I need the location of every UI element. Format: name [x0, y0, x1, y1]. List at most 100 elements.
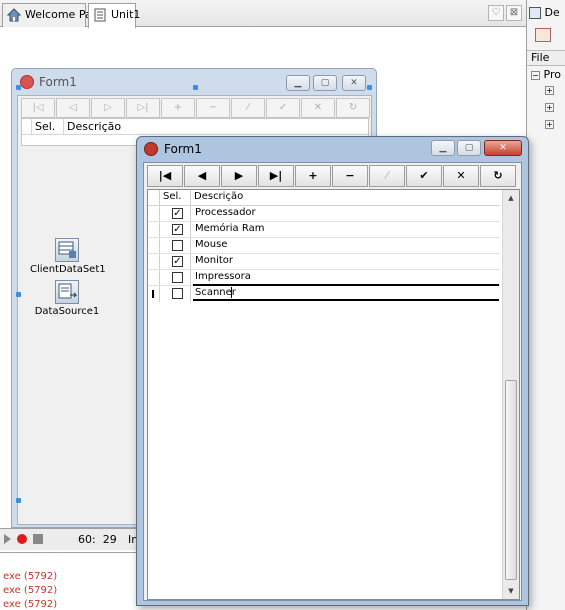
nav-last-button[interactable]: ▶|: [258, 165, 294, 187]
selection-handle[interactable]: [16, 292, 21, 297]
close-icon: ✕: [342, 75, 366, 91]
sel-checkbox[interactable]: ✓: [172, 224, 183, 235]
cell-editor[interactable]: Scanner: [193, 284, 499, 301]
tab-label: Unit1: [111, 8, 141, 21]
tree-expand-icon[interactable]: +: [545, 120, 554, 129]
close-icon[interactable]: ⊠: [506, 5, 522, 21]
panel-title: De: [544, 6, 560, 19]
tab-unit1[interactable]: Unit1: [88, 3, 140, 28]
sel-checkbox[interactable]: [172, 288, 183, 299]
grid-header-descricao[interactable]: Descrição: [194, 191, 243, 202]
component-label: DataSource1: [34, 306, 100, 317]
scroll-up-icon[interactable]: ▲: [503, 190, 519, 206]
nav-cancel-button[interactable]: ✕: [443, 165, 479, 187]
clientdataset-component[interactable]: ClientDataSet1: [30, 238, 106, 275]
nav-cancel-icon: ✕: [301, 98, 335, 118]
grid-header-sel[interactable]: Sel.: [163, 191, 181, 202]
editor-tab-strip: Welcome Page Unit1 ♡ ⊠: [0, 0, 526, 28]
scroll-thumb[interactable]: [505, 380, 517, 580]
nav-first-button[interactable]: |◀: [147, 165, 183, 187]
sel-checkbox[interactable]: ✓: [172, 208, 183, 219]
project-manager-panel: De File − Pro + + +: [526, 0, 565, 610]
table-row[interactable]: ✓ Processador: [148, 206, 500, 222]
stop-icon[interactable]: [33, 534, 43, 544]
maximize-icon: ▢: [313, 75, 337, 91]
nav-insert-icon: +: [161, 98, 195, 118]
nav-insert-button[interactable]: +: [295, 165, 331, 187]
panel-toolbar-icon[interactable]: [535, 28, 551, 42]
tree-expand-icon[interactable]: +: [545, 86, 554, 95]
grid-header-sel: Sel.: [32, 119, 64, 135]
component-label: ClientDataSet1: [30, 264, 106, 275]
app-icon: [144, 142, 158, 156]
table-row[interactable]: ✓ Monitor: [148, 254, 500, 270]
table-row[interactable]: Mouse: [148, 238, 500, 254]
clientdataset-icon: [55, 238, 79, 262]
house-icon: [6, 8, 22, 22]
selection-handle[interactable]: [16, 85, 21, 90]
datasource-icon: [55, 280, 79, 304]
minimize-button[interactable]: ▁: [431, 140, 455, 156]
file-column-header: File: [527, 50, 565, 66]
nav-edit-icon: ⁄: [231, 98, 265, 118]
nav-last-icon: ▷|: [126, 98, 160, 118]
runtime-form-titlebar[interactable]: Form1 ▁ ▢ ✕: [137, 137, 528, 161]
maximize-button[interactable]: ▢: [457, 140, 481, 156]
runtime-form-window[interactable]: Form1 ▁ ▢ ✕ |◀ ◀ ▶ ▶| + − ⁄ ✔ ✕ ↻ Sel. D…: [136, 136, 529, 606]
nav-refresh-icon: ↻: [336, 98, 370, 118]
scroll-down-icon[interactable]: ▼: [503, 583, 519, 599]
grid-indicator-header: [22, 119, 32, 135]
selection-handle[interactable]: [193, 85, 198, 90]
message-line: exe (5792): [3, 585, 58, 596]
db-navigator: |◀ ◀ ▶ ▶| + − ⁄ ✔ ✕ ↻: [147, 165, 520, 187]
db-grid[interactable]: Sel. Descrição ✓ Processador ✓ Memória R…: [147, 189, 520, 600]
nav-first-icon: |◁: [21, 98, 55, 118]
nav-refresh-button[interactable]: ↻: [480, 165, 516, 187]
design-navigator[interactable]: |◁ ◁ ▷ ▷| + − ⁄ ✓ ✕ ↻: [21, 98, 371, 118]
nav-delete-icon: −: [196, 98, 230, 118]
selection-handle[interactable]: [367, 85, 372, 90]
minimize-icon: ▁: [286, 75, 310, 91]
design-form-titlebar: Form1 ▁ ▢ ✕: [12, 69, 376, 95]
tree-item-project[interactable]: − Pro: [531, 68, 561, 81]
project-label: Pro: [543, 68, 561, 81]
sel-checkbox[interactable]: [172, 240, 183, 251]
record-icon[interactable]: [17, 534, 27, 544]
play-icon[interactable]: [4, 534, 11, 544]
row-description: Monitor: [195, 255, 234, 266]
row-description: Processador: [195, 207, 256, 218]
design-form-title: Form1: [39, 75, 77, 89]
unit-icon: [93, 8, 107, 22]
selection-handle[interactable]: [16, 498, 21, 503]
nav-post-button[interactable]: ✔: [406, 165, 442, 187]
nav-post-icon: ✓: [266, 98, 300, 118]
cursor-position: 60: 29: [78, 533, 117, 546]
tab-welcome-page[interactable]: Welcome Page: [2, 3, 105, 27]
app-icon: [20, 75, 34, 89]
sel-checkbox[interactable]: [172, 272, 183, 283]
table-row-current[interactable]: Scanner: [148, 284, 500, 302]
grid-header-descricao: Descrição: [64, 119, 368, 135]
datasource-component[interactable]: DataSource1: [30, 280, 104, 317]
vertical-scrollbar[interactable]: ▲ ▼: [502, 190, 519, 599]
sel-checkbox[interactable]: ✓: [172, 256, 183, 267]
row-description: Scanner: [195, 287, 236, 298]
expand-icon: −: [531, 71, 540, 80]
dropdown-icon[interactable]: ♡: [488, 5, 504, 21]
panel-header: De: [529, 6, 560, 22]
message-line: exe (5792): [3, 599, 58, 610]
nav-prior-button[interactable]: ◀: [184, 165, 220, 187]
nav-edit-button[interactable]: ⁄: [369, 165, 405, 187]
message-line: exe (5792): [3, 571, 58, 582]
panel-icon: [529, 7, 541, 19]
table-row[interactable]: ✓ Memória Ram: [148, 222, 500, 238]
nav-prior-icon: ◁: [56, 98, 90, 118]
runtime-form-title: Form1: [164, 142, 202, 156]
row-description: Memória Ram: [195, 223, 265, 234]
close-button[interactable]: ✕: [484, 140, 522, 156]
nav-delete-button[interactable]: −: [332, 165, 368, 187]
tree-expand-icon[interactable]: +: [545, 103, 554, 112]
nav-next-button[interactable]: ▶: [221, 165, 257, 187]
grid-header-row: Sel. Descrição: [148, 190, 500, 206]
row-description: Mouse: [195, 239, 228, 250]
